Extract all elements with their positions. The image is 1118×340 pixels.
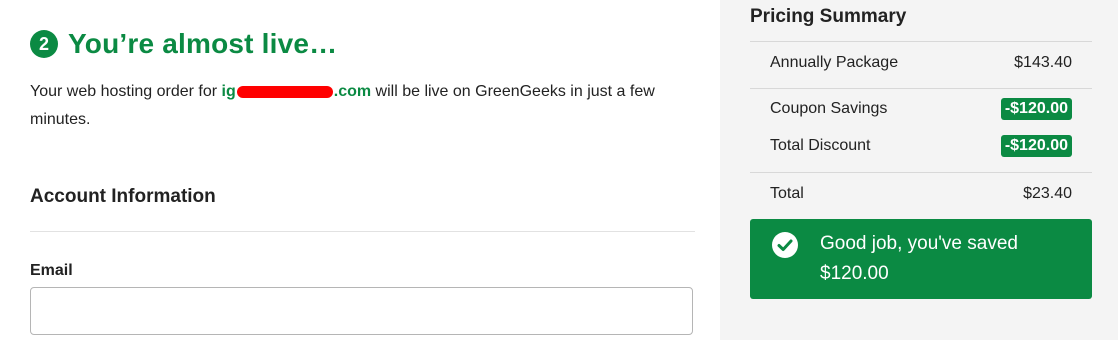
total-discount-row: Total Discount -$120.00 xyxy=(770,135,1072,157)
pricing-divider xyxy=(750,88,1092,89)
domain-end: .com xyxy=(333,83,372,100)
pricing-summary-title: Pricing Summary xyxy=(750,6,907,27)
intro-text-before: Your web hosting order for xyxy=(30,83,222,100)
redaction-mark xyxy=(236,85,333,98)
email-field[interactable] xyxy=(30,287,693,335)
page-headline: 2 You’re almost live… xyxy=(30,28,337,60)
savings-banner: Good job, you've saved $120.00 xyxy=(750,219,1092,299)
main-content: 2 You’re almost live… Your web hosting o… xyxy=(0,0,720,340)
email-label: Email xyxy=(30,262,73,279)
annual-package-row: Annually Package $143.40 xyxy=(770,54,1072,72)
total-discount-badge: -$120.00 xyxy=(1000,135,1072,157)
savings-message: Good job, you've saved $120.00 xyxy=(820,233,1018,284)
annual-package-price: $143.40 xyxy=(1014,54,1072,71)
domain-name: ig .com xyxy=(222,83,372,100)
total-row: Total $23.40 xyxy=(770,185,1072,203)
total-discount-label: Total Discount xyxy=(770,137,871,154)
section-divider xyxy=(30,231,695,232)
pricing-divider xyxy=(750,172,1092,173)
coupon-savings-label: Coupon Savings xyxy=(770,100,888,117)
check-circle-icon xyxy=(772,232,798,258)
total-price: $23.40 xyxy=(1023,185,1072,202)
domain-start: ig xyxy=(221,83,236,100)
total-label: Total xyxy=(770,185,804,202)
coupon-savings-row: Coupon Savings -$120.00 xyxy=(770,98,1072,120)
step-number-badge: 2 xyxy=(30,30,58,58)
page-title: You’re almost live… xyxy=(68,28,338,59)
annual-package-label: Annually Package xyxy=(770,54,899,71)
pricing-divider xyxy=(750,41,1092,42)
account-section-title: Account Information xyxy=(30,186,216,207)
coupon-savings-badge: -$120.00 xyxy=(1000,98,1072,120)
intro-text: Your web hosting order for ig .com will b… xyxy=(30,78,690,134)
